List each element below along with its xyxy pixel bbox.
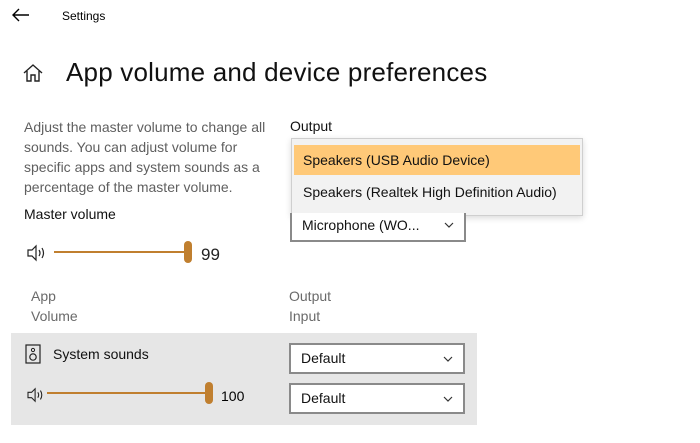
system-sounds-input-value: Default <box>301 390 346 406</box>
system-sounds-label: System sounds <box>53 346 149 362</box>
chevron-down-icon <box>443 356 453 362</box>
system-sounds-volume-slider[interactable] <box>47 381 213 407</box>
master-volume-track <box>54 251 188 253</box>
master-volume-slider[interactable] <box>54 238 192 266</box>
back-arrow-icon <box>12 8 29 22</box>
master-volume-thumb[interactable] <box>184 241 192 263</box>
chevron-down-icon <box>443 396 453 402</box>
output-option-realtek[interactable]: Speakers (Realtek High Definition Audio) <box>294 177 580 207</box>
input-device-select[interactable]: Microphone (WO... <box>290 213 466 242</box>
system-sounds-input-select[interactable]: Default <box>289 383 465 414</box>
input-column-header: Input <box>289 308 321 324</box>
master-volume-label: Master volume <box>24 206 116 222</box>
master-volume-value: 99 <box>201 245 220 264</box>
speaker-icon[interactable] <box>26 387 48 405</box>
app-column-header: App <box>31 288 56 304</box>
description-text: Adjust the master volume to change all s… <box>24 119 266 195</box>
speaker-icon[interactable] <box>26 244 48 262</box>
system-sounds-track <box>47 392 209 394</box>
page-title: App volume and device preferences <box>66 57 488 87</box>
output-option-usb[interactable]: Speakers (USB Audio Device) <box>294 145 580 175</box>
chevron-down-icon <box>444 222 454 228</box>
window-title: Settings <box>62 9 106 23</box>
volume-column-header: Volume <box>31 308 78 324</box>
output-label: Output <box>290 118 333 134</box>
output-dropdown-list: Speakers (USB Audio Device) Speakers (Re… <box>291 138 583 216</box>
home-icon[interactable] <box>22 62 46 86</box>
system-sounds-volume-value: 100 <box>221 388 245 404</box>
system-sounds-output-select[interactable]: Default <box>289 343 465 374</box>
output-column-header: Output <box>289 288 332 304</box>
input-device-value: Microphone (WO... <box>302 217 420 233</box>
system-sounds-output-value: Default <box>301 350 346 366</box>
speaker-box-icon <box>25 344 41 364</box>
system-sounds-thumb[interactable] <box>205 382 213 404</box>
back-button[interactable] <box>12 6 36 26</box>
